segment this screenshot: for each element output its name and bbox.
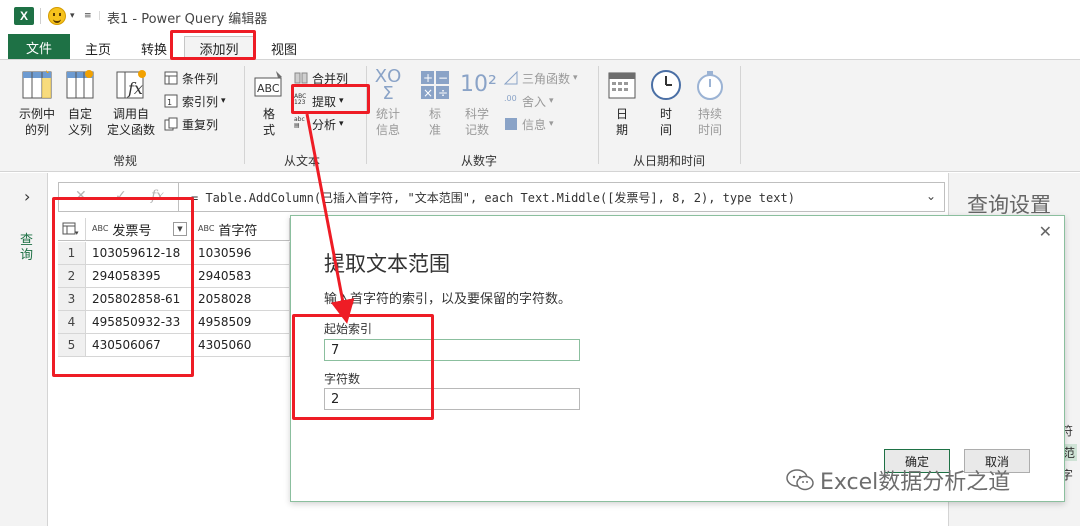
wechat-icon	[786, 469, 814, 491]
annotation-arrow	[305, 113, 355, 324]
watermark-text: Excel数据分析之道	[820, 470, 1011, 495]
watermark: Excel数据分析之道	[786, 464, 1010, 496]
